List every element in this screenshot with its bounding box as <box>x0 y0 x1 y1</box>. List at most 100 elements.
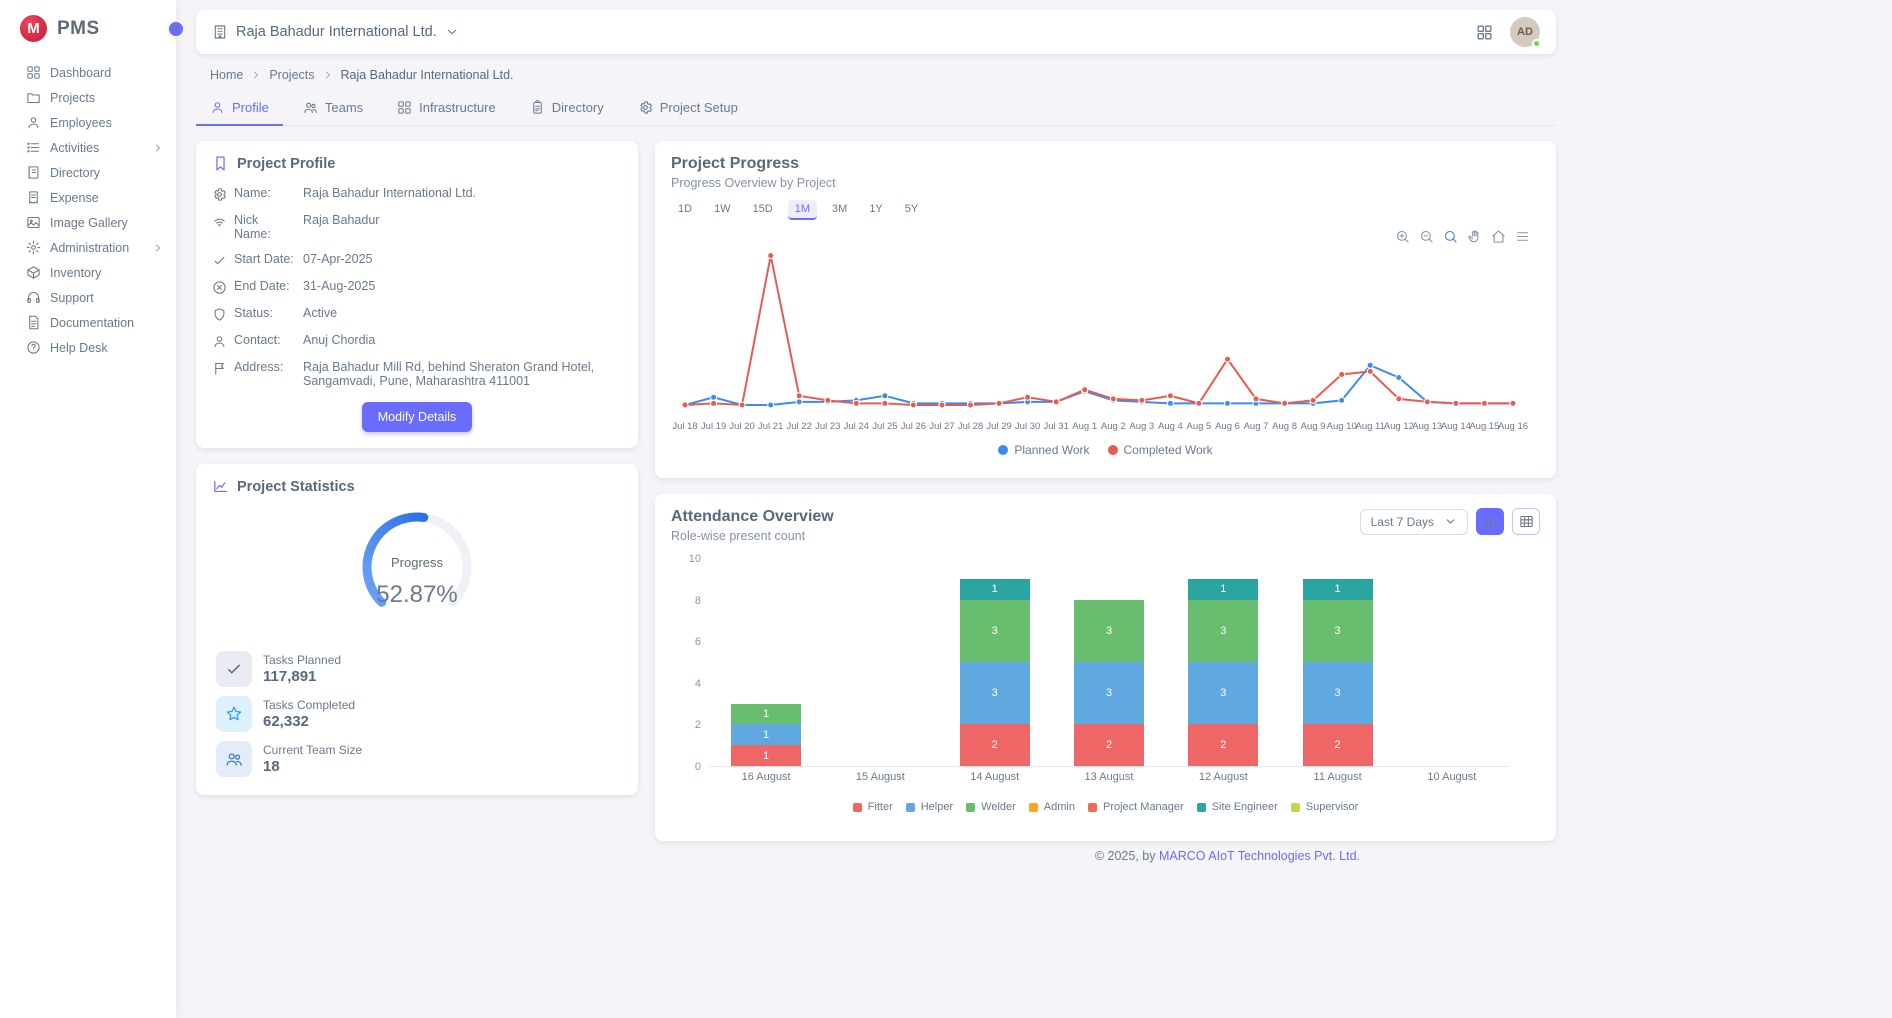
topbar: Raja Bahadur International Ltd. AD <box>196 10 1556 54</box>
sidebar-item-employees[interactable]: Employees <box>0 110 176 135</box>
bar-segment-helper[interactable]: 3 <box>1074 662 1144 724</box>
tab-infrastructure[interactable]: Infrastructure <box>383 93 510 126</box>
sidebar-item-dashboard[interactable]: Dashboard <box>0 60 176 85</box>
sidebar-item-label: Activities <box>50 141 99 155</box>
modify-details-button[interactable]: Modify Details <box>362 402 473 432</box>
tab-teams[interactable]: Teams <box>289 93 377 126</box>
tab-directory[interactable]: Directory <box>516 93 618 126</box>
sidebar-item-label: Documentation <box>50 316 134 330</box>
range-button-1d[interactable]: 1D <box>671 200 699 220</box>
x-axis-label: 10 August <box>1427 771 1476 783</box>
chevron-down-icon <box>1444 515 1457 528</box>
sidebar-item-documentation[interactable]: Documentation <box>0 310 176 335</box>
x-axis-label: Jul 20 <box>729 421 754 432</box>
sidebar-collapse-button[interactable] <box>167 20 185 38</box>
sidebar-item-inventory[interactable]: Inventory <box>0 260 176 285</box>
x-axis-label: Jul 24 <box>844 421 869 432</box>
sidebar-item-directory[interactable]: Directory <box>0 160 176 185</box>
sidebar-item-help-desk[interactable]: Help Desk <box>0 335 176 360</box>
profile-field-status: Status:Active <box>212 306 622 322</box>
bar-segment-site-engineer[interactable]: 1 <box>1303 579 1373 600</box>
bar-chart-plot: 11116 August15 August233114 August23313 … <box>709 559 1509 767</box>
apps-grid-icon[interactable] <box>1475 23 1494 42</box>
legend-item-helper[interactable]: Helper <box>906 801 953 813</box>
breadcrumb-item-home[interactable]: Home <box>210 68 243 82</box>
line-chart-x-labels: Jul 18Jul 19Jul 20Jul 21Jul 22Jul 23Jul … <box>671 421 1527 434</box>
bar-segment-helper[interactable]: 3 <box>1303 662 1373 724</box>
chart-view-toggle[interactable] <box>1476 508 1504 535</box>
x-axis-label: Aug 2 <box>1101 421 1126 432</box>
tab-bar: ProfileTeamsInfrastructureDirectoryProje… <box>196 93 1556 126</box>
range-button-1y[interactable]: 1Y <box>862 200 889 220</box>
online-status-dot <box>1532 39 1541 48</box>
range-button-1w[interactable]: 1W <box>707 200 738 220</box>
legend-item-project-manager[interactable]: Project Manager <box>1088 801 1184 813</box>
sidebar-item-projects[interactable]: Projects <box>0 85 176 110</box>
bar-segment-helper[interactable]: 3 <box>960 662 1030 724</box>
breadcrumb-item-projects[interactable]: Projects <box>269 68 314 82</box>
footer-link[interactable]: MARCO AIoT Technologies Pvt. Ltd. <box>1159 849 1360 863</box>
bar-segment-site-engineer[interactable]: 1 <box>960 579 1030 600</box>
bar-segment-welder[interactable]: 3 <box>1303 600 1373 662</box>
range-button-3m[interactable]: 3M <box>825 200 854 220</box>
team-icon <box>225 750 243 768</box>
legend-item-site-engineer[interactable]: Site Engineer <box>1197 801 1278 813</box>
chart-icon <box>212 478 229 495</box>
legend-item-welder[interactable]: Welder <box>966 801 1016 813</box>
legend-item-completed-work[interactable]: Completed Work <box>1108 443 1213 457</box>
bar-segment-welder[interactable]: 3 <box>960 600 1030 662</box>
y-axis-label: 6 <box>679 636 701 648</box>
stat-value: 117,891 <box>263 668 341 685</box>
x-axis-label: Jul 30 <box>1015 421 1040 432</box>
user-avatar[interactable]: AD <box>1510 17 1540 47</box>
field-value: Raja Bahadur International Ltd. <box>303 186 622 200</box>
legend-item-supervisor[interactable]: Supervisor <box>1291 801 1359 813</box>
sidebar-item-label: Help Desk <box>50 341 108 355</box>
range-button-15d[interactable]: 15D <box>746 200 780 220</box>
project-progress-title: Project Progress <box>671 155 1540 173</box>
x-axis-label: Aug 11 <box>1355 421 1384 432</box>
profile-field-end-date: End Date:31-Aug-2025 <box>212 279 622 295</box>
bar-segment-fitter[interactable]: 2 <box>1074 724 1144 766</box>
x-axis-label: Aug 10 <box>1327 421 1357 432</box>
directory-icon <box>26 165 41 180</box>
table-view-toggle[interactable] <box>1512 508 1540 535</box>
legend-item-fitter[interactable]: Fitter <box>853 801 893 813</box>
bar-segment-fitter[interactable]: 1 <box>731 745 801 766</box>
bar-segment-fitter[interactable]: 2 <box>960 724 1030 766</box>
documentation-icon <box>26 315 41 330</box>
company-selector[interactable]: Raja Bahadur International Ltd. <box>212 24 459 40</box>
bar-segment-welder[interactable]: 1 <box>731 704 801 725</box>
sidebar-item-administration[interactable]: Administration <box>0 235 176 260</box>
projects-icon <box>26 90 41 105</box>
bar-chart: 11116 August15 August233114 August23313 … <box>679 559 1519 785</box>
x-axis-label: Aug 3 <box>1129 421 1154 432</box>
sidebar-item-activities[interactable]: Activities <box>0 135 176 160</box>
project-profile-title: Project Profile <box>212 155 622 172</box>
sidebar-item-expense[interactable]: Expense <box>0 185 176 210</box>
right-column: Project Progress Progress Overview by Pr… <box>655 141 1556 841</box>
bar-segment-site-engineer[interactable]: 1 <box>1188 579 1258 600</box>
range-button-1m[interactable]: 1M <box>788 200 817 220</box>
x-axis-label: Aug 13 <box>1412 421 1442 432</box>
project-progress-card: Project Progress Progress Overview by Pr… <box>655 141 1556 478</box>
tab-project-setup[interactable]: Project Setup <box>624 93 752 126</box>
sidebar-item-support[interactable]: Support <box>0 285 176 310</box>
bar-segment-fitter[interactable]: 2 <box>1188 724 1258 766</box>
profile-field-address: Address:Raja Bahadur Mill Rd, behind She… <box>212 360 622 388</box>
tab-profile[interactable]: Profile <box>196 93 283 126</box>
bar-segment-helper[interactable]: 3 <box>1188 662 1258 724</box>
range-button-5y[interactable]: 5Y <box>898 200 925 220</box>
people-icon <box>303 100 318 115</box>
chevron-down-icon <box>1444 515 1457 528</box>
attendance-range-select[interactable]: Last 7 Days <box>1360 509 1468 535</box>
bar-segment-helper[interactable]: 1 <box>731 724 801 745</box>
legend-item-admin[interactable]: Admin <box>1029 801 1075 813</box>
bar-segment-fitter[interactable]: 2 <box>1303 724 1373 766</box>
sidebar-item-label: Dashboard <box>50 66 111 80</box>
bar-segment-welder[interactable]: 3 <box>1074 600 1144 662</box>
sidebar-item-image-gallery[interactable]: Image Gallery <box>0 210 176 235</box>
shield-icon <box>212 307 227 322</box>
legend-item-planned-work[interactable]: Planned Work <box>998 443 1089 457</box>
bar-segment-welder[interactable]: 3 <box>1188 600 1258 662</box>
